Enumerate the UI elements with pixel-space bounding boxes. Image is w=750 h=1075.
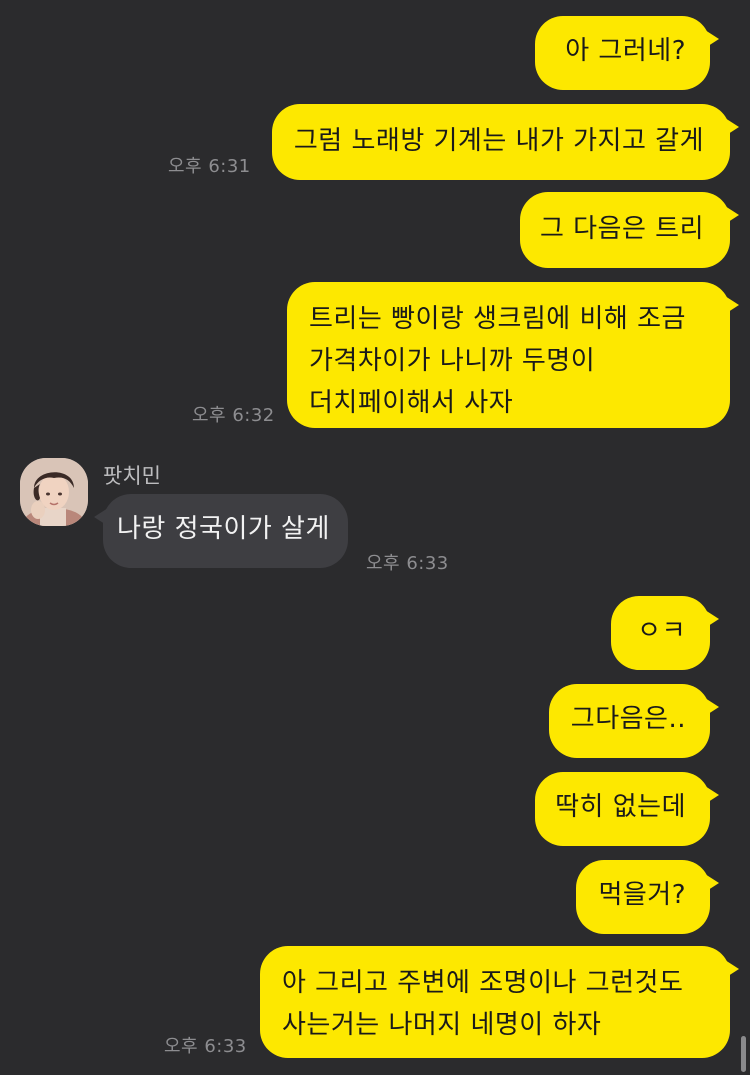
message-text: 먹을거? [598, 880, 686, 910]
message-text: ㅇㅋ [637, 616, 686, 646]
message-text: 그다음은.. [570, 704, 686, 734]
message-text-line: 트리는 빵이랑 생크림에 비해 조금 [309, 304, 686, 334]
message-time: 오후 6:33 [164, 1036, 247, 1057]
scrollbar[interactable] [741, 1036, 746, 1072]
message-bubble[interactable]: 그 다음은 트리 [519, 192, 740, 268]
avatar-photo-icon [20, 458, 88, 526]
message-bubble[interactable]: 그다음은.. [548, 684, 720, 758]
message-bubble[interactable]: 그럼 노래방 기계는 내가 가지고 갈게 [271, 104, 740, 180]
message-text-line: 아 그리고 주변에 조명이나 그런것도 [282, 968, 684, 998]
message-text-line: 사는거는 나머지 네명이 하자 [282, 1010, 602, 1040]
message-bubble[interactable]: 아 그러네? [535, 16, 719, 90]
avatar[interactable] [20, 458, 88, 526]
message-time: 오후 6:32 [192, 405, 275, 426]
message-time: 오후 6:31 [168, 156, 251, 177]
message-time: 오후 6:33 [366, 553, 449, 574]
message-bubble[interactable]: ㅇㅋ [611, 596, 719, 670]
sender-name: 팟치민 [103, 464, 161, 488]
message-text-line: 가격차이가 나니까 두명이 [309, 346, 596, 376]
message-text-line: 더치페이해서 사자 [309, 388, 514, 418]
message-text: 아 그러네? [565, 36, 686, 66]
message-text: 딱히 없는데 [555, 792, 686, 822]
message-bubble[interactable]: 딱히 없는데 [535, 772, 719, 846]
message-text: 그럼 노래방 기계는 내가 가지고 갈게 [293, 126, 704, 156]
message-text: 나랑 정국이가 살게 [117, 514, 330, 544]
message-bubble[interactable]: 트리는 빵이랑 생크림에 비해 조금 가격차이가 나니까 두명이 더치페이해서 … [287, 282, 739, 428]
message-bubble[interactable]: 아 그리고 주변에 조명이나 그런것도 사는거는 나머지 네명이 하자 [260, 946, 739, 1058]
message-text: 그 다음은 트리 [539, 214, 704, 244]
message-bubble[interactable]: 나랑 정국이가 살게 [94, 494, 348, 568]
message-bubble[interactable]: 먹을거? [576, 860, 719, 934]
